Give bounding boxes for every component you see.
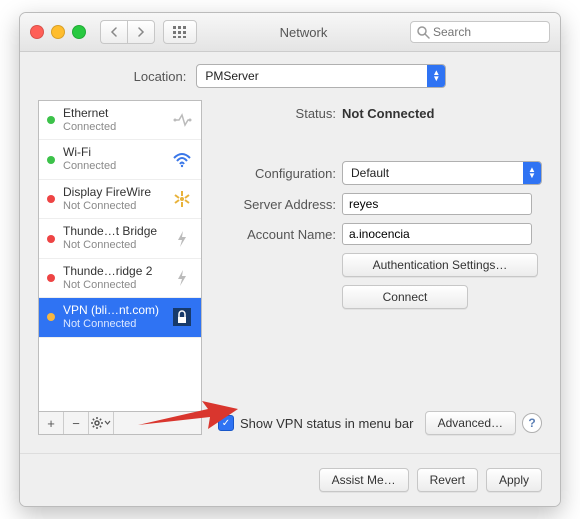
thunderbolt-icon — [171, 268, 193, 288]
advanced-button[interactable]: Advanced… — [425, 411, 516, 435]
grid-icon — [173, 26, 187, 38]
service-name: VPN (bli…nt.com) — [63, 304, 163, 318]
service-name: Ethernet — [63, 107, 163, 121]
authentication-settings-button[interactable]: Authentication Settings… — [342, 253, 538, 277]
sidebar: EthernetConnected Wi-FiConnected Display… — [38, 100, 202, 435]
columns: EthernetConnected Wi-FiConnected Display… — [38, 100, 542, 435]
nav-buttons — [100, 20, 155, 44]
sidebar-item-thunderbolt-1[interactable]: Thunde…t BridgeNot Connected — [39, 219, 201, 258]
status-dot-icon — [47, 156, 55, 164]
server-address-input[interactable] — [342, 193, 532, 215]
status-dot-icon — [47, 313, 55, 321]
popup-arrows-icon: ▲▼ — [523, 162, 541, 184]
service-name: Thunde…ridge 2 — [63, 265, 163, 279]
actions-menu-button[interactable] — [89, 412, 114, 434]
firewire-icon — [171, 189, 193, 209]
show-vpn-status-label: Show VPN status in menu bar — [240, 416, 413, 431]
server-address-label: Server Address: — [218, 197, 342, 212]
network-prefs-window: Network Location: PMServer ▲▼ EthernetCo… — [19, 12, 561, 507]
location-value: PMServer — [205, 69, 427, 83]
chevron-right-icon — [137, 27, 145, 37]
service-status: Connected — [63, 121, 163, 134]
status-dot-icon — [47, 274, 55, 282]
status-label: Status: — [218, 106, 342, 121]
ethernet-icon — [171, 110, 193, 130]
apply-button[interactable]: Apply — [486, 468, 542, 492]
minimize-window-button[interactable] — [51, 25, 65, 39]
assist-me-button[interactable]: Assist Me… — [319, 468, 409, 492]
service-list[interactable]: EthernetConnected Wi-FiConnected Display… — [38, 100, 202, 411]
window-title: Network — [197, 25, 410, 40]
chevron-down-icon — [104, 417, 111, 429]
location-label: Location: — [134, 69, 187, 84]
service-name: Display FireWire — [63, 186, 163, 200]
footer: Assist Me… Revert Apply — [20, 453, 560, 506]
service-name: Thunde…t Bridge — [63, 225, 163, 239]
status-dot-icon — [47, 116, 55, 124]
status-dot-icon — [47, 195, 55, 203]
detail-pane: Status: Not Connected Configuration: Def… — [218, 100, 542, 435]
list-footer: + − — [38, 411, 202, 435]
status-dot-icon — [47, 235, 55, 243]
chevron-left-icon — [110, 27, 118, 37]
sidebar-item-ethernet[interactable]: EthernetConnected — [39, 101, 201, 140]
configuration-label: Configuration: — [218, 166, 342, 181]
service-status: Not Connected — [63, 318, 163, 331]
gear-icon — [91, 417, 103, 429]
account-name-input[interactable] — [342, 223, 532, 245]
wifi-icon — [171, 150, 193, 170]
account-name-label: Account Name: — [218, 227, 342, 242]
help-button[interactable]: ? — [522, 413, 542, 433]
popup-arrows-icon: ▲▼ — [427, 65, 445, 87]
sidebar-item-thunderbolt-2[interactable]: Thunde…ridge 2Not Connected — [39, 259, 201, 298]
show-vpn-status-row: ✓ Show VPN status in menu bar — [218, 415, 413, 431]
revert-button[interactable]: Revert — [417, 468, 478, 492]
remove-service-button[interactable]: − — [64, 412, 89, 434]
titlebar: Network — [20, 13, 560, 52]
window-controls — [30, 25, 86, 39]
location-row: Location: PMServer ▲▼ — [38, 64, 542, 88]
status-value: Not Connected — [342, 106, 434, 121]
sidebar-item-wifi[interactable]: Wi-FiConnected — [39, 140, 201, 179]
service-status: Not Connected — [63, 239, 163, 252]
vpn-lock-icon — [171, 307, 193, 327]
configuration-value: Default — [351, 166, 523, 180]
show-all-button[interactable] — [163, 20, 197, 44]
connect-button[interactable]: Connect — [342, 285, 468, 309]
search-wrap — [410, 21, 550, 43]
service-status: Not Connected — [63, 200, 163, 213]
forward-button[interactable] — [127, 20, 155, 44]
sidebar-item-firewire[interactable]: Display FireWireNot Connected — [39, 180, 201, 219]
show-vpn-status-checkbox[interactable]: ✓ — [218, 415, 234, 431]
service-status: Not Connected — [63, 279, 163, 292]
zoom-window-button[interactable] — [72, 25, 86, 39]
service-name: Wi-Fi — [63, 146, 163, 160]
search-input[interactable] — [410, 21, 550, 43]
close-window-button[interactable] — [30, 25, 44, 39]
sidebar-item-vpn[interactable]: VPN (bli…nt.com)Not Connected — [39, 298, 201, 337]
configuration-popup[interactable]: Default ▲▼ — [342, 161, 542, 185]
add-service-button[interactable]: + — [39, 412, 64, 434]
body: Location: PMServer ▲▼ EthernetConnected … — [20, 52, 560, 453]
back-button[interactable] — [100, 20, 127, 44]
thunderbolt-icon — [171, 229, 193, 249]
service-status: Connected — [63, 160, 163, 173]
location-popup[interactable]: PMServer ▲▼ — [196, 64, 446, 88]
